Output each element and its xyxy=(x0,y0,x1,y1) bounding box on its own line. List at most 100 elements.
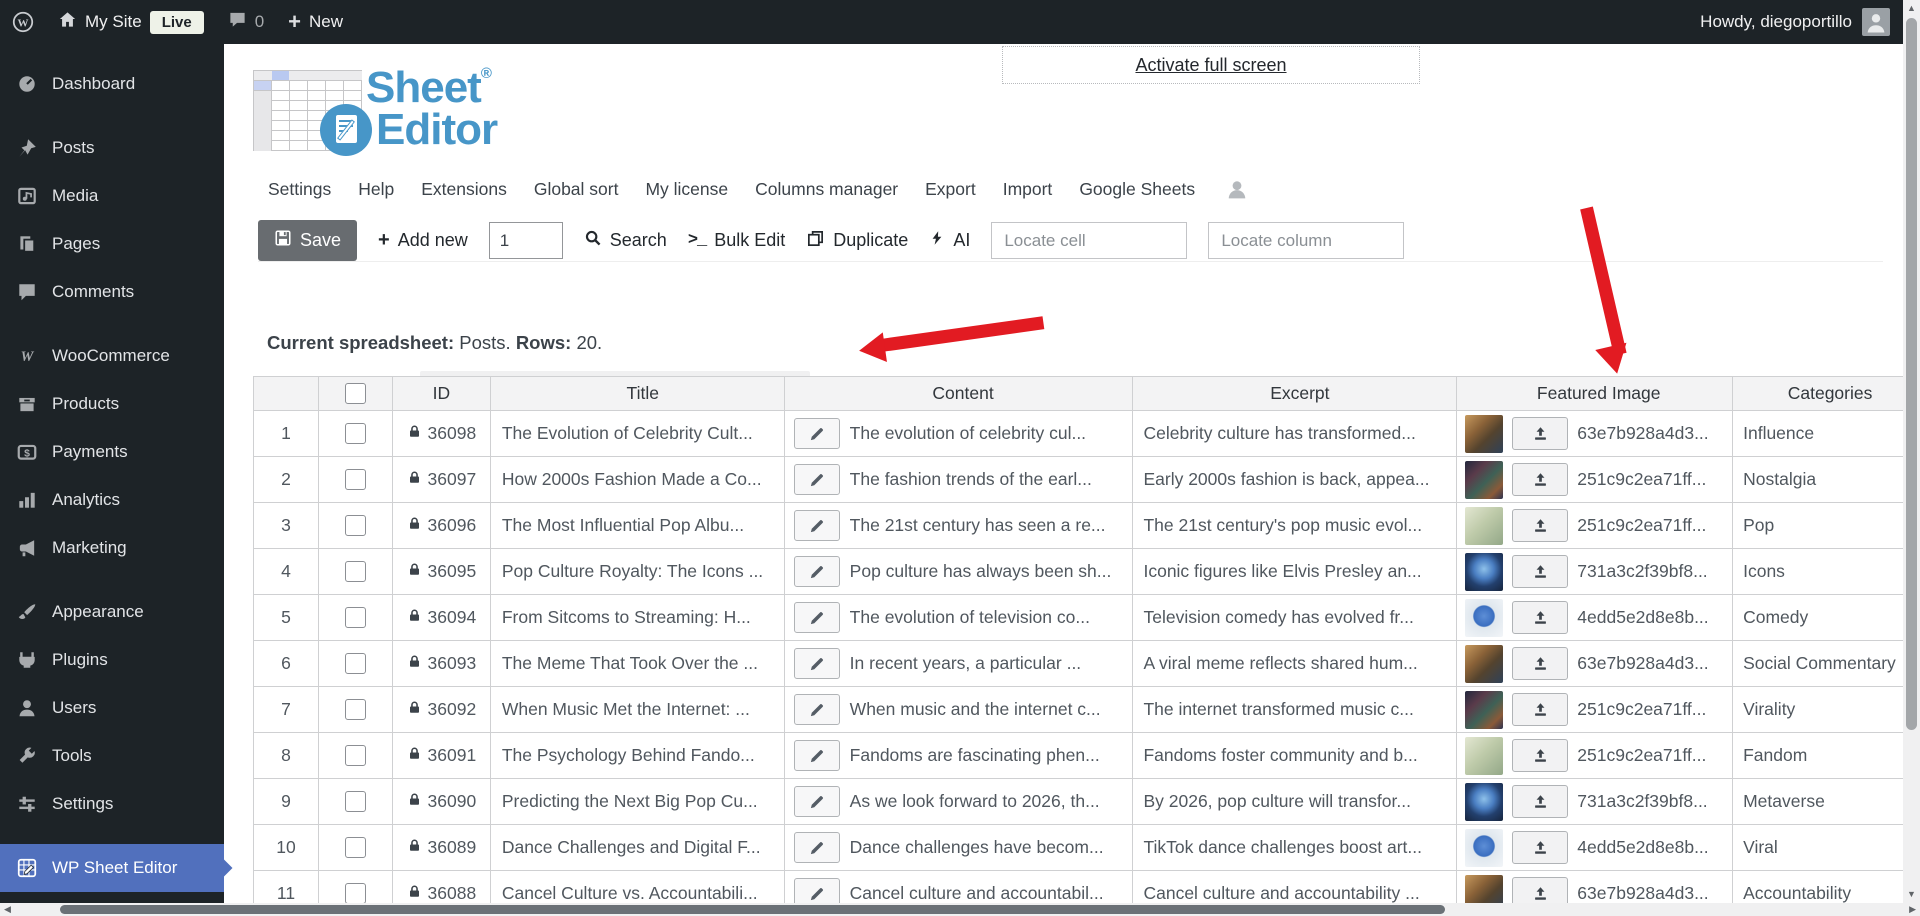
sidebar-item-settings[interactable]: Settings xyxy=(0,780,224,828)
row-checkbox[interactable] xyxy=(344,423,366,444)
new-content-button[interactable]: + New xyxy=(276,0,355,44)
menu-item-my-license[interactable]: My license xyxy=(645,179,728,200)
cell-featured-image[interactable]: 731a3c2f39bf8... xyxy=(1457,779,1734,825)
edit-content-button[interactable] xyxy=(793,510,840,541)
featured-image-thumbnail[interactable] xyxy=(1465,874,1504,903)
cell-featured-image[interactable]: 251c9c2ea71ff... xyxy=(1457,503,1734,549)
upload-image-button[interactable] xyxy=(1512,739,1569,772)
edit-content-button[interactable] xyxy=(793,694,840,725)
cell-id[interactable]: 36091 xyxy=(392,733,491,779)
cell-content[interactable]: Pop culture has always been sh... xyxy=(784,549,1134,595)
cell-excerpt[interactable]: Fandoms foster community and b... xyxy=(1133,733,1458,779)
add-count-input[interactable] xyxy=(488,222,563,259)
cell-excerpt[interactable]: Television comedy has evolved fr... xyxy=(1133,595,1458,641)
sidebar-item-users[interactable]: Users xyxy=(0,684,224,732)
row-checkbox[interactable] xyxy=(344,515,366,536)
cell-id[interactable]: 36096 xyxy=(392,503,491,549)
cell-categories[interactable]: Comedy xyxy=(1733,595,1903,641)
avatar[interactable] xyxy=(1862,8,1890,36)
cell-excerpt[interactable]: Iconic figures like Elvis Presley an... xyxy=(1133,549,1458,595)
scroll-up-icon[interactable]: ▲ xyxy=(1907,4,1916,13)
cell-id[interactable]: 36093 xyxy=(392,641,491,687)
upload-image-button[interactable] xyxy=(1512,693,1569,726)
sidebar-item-pages[interactable]: Pages xyxy=(0,220,224,268)
cell-excerpt[interactable]: TikTok dance challenges boost art... xyxy=(1133,825,1458,871)
search-button[interactable]: Search xyxy=(584,229,667,252)
edit-content-button[interactable] xyxy=(793,832,840,863)
menu-item-export[interactable]: Export xyxy=(925,179,976,200)
cell-id[interactable]: 36088 xyxy=(392,871,491,903)
edit-content-button[interactable] xyxy=(793,648,840,679)
cell-categories[interactable]: Virality xyxy=(1733,687,1903,733)
add-new-button[interactable]: + Add new xyxy=(378,229,468,252)
row-checkbox[interactable] xyxy=(344,561,366,582)
cell-title[interactable]: The Psychology Behind Fando... xyxy=(490,733,785,779)
featured-image-thumbnail[interactable] xyxy=(1465,644,1504,683)
bulk-edit-button[interactable]: >_ Bulk Edit xyxy=(688,230,785,251)
menu-item-google-sheets[interactable]: Google Sheets xyxy=(1079,179,1195,200)
sidebar-item-marketing[interactable]: Marketing xyxy=(0,524,224,572)
upload-image-button[interactable] xyxy=(1512,417,1569,450)
cell-featured-image[interactable]: 251c9c2ea71ff... xyxy=(1457,457,1734,503)
menu-item-extensions[interactable]: Extensions xyxy=(421,179,507,200)
cell-categories[interactable]: Viral xyxy=(1733,825,1903,871)
ai-button[interactable]: AI xyxy=(929,229,970,252)
scroll-right-icon[interactable]: ▶ xyxy=(1909,905,1916,914)
row-number[interactable]: 9 xyxy=(254,779,319,825)
cell-featured-image[interactable]: 63e7b928a4d3... xyxy=(1457,871,1734,903)
my-site-link[interactable]: My Site Live xyxy=(46,0,216,44)
row-checkbox[interactable] xyxy=(344,745,366,766)
account-icon[interactable] xyxy=(1226,178,1248,200)
cell-title[interactable]: From Sitcoms to Streaming: H... xyxy=(490,595,785,641)
cell-content[interactable]: Cancel culture and accountabil... xyxy=(784,871,1134,903)
header-corner[interactable] xyxy=(254,377,319,411)
edit-content-button[interactable] xyxy=(793,464,840,495)
menu-item-settings[interactable]: Settings xyxy=(268,179,331,200)
column-header-title[interactable]: Title xyxy=(490,377,785,411)
featured-image-thumbnail[interactable] xyxy=(1465,506,1504,545)
cell-id[interactable]: 36092 xyxy=(392,687,491,733)
cell-featured-image[interactable]: 63e7b928a4d3... xyxy=(1457,411,1734,457)
cell-featured-image[interactable]: 251c9c2ea71ff... xyxy=(1457,687,1734,733)
cell-content[interactable]: The 21st century has seen a re... xyxy=(784,503,1134,549)
row-checkbox[interactable] xyxy=(344,837,366,858)
cell-id[interactable]: 36098 xyxy=(392,411,491,457)
upload-image-button[interactable] xyxy=(1512,509,1569,542)
cell-id[interactable]: 36094 xyxy=(392,595,491,641)
vertical-scrollbar[interactable]: ▲ ▼ xyxy=(1903,0,1920,903)
cell-featured-image[interactable]: 63e7b928a4d3... xyxy=(1457,641,1734,687)
row-checkbox[interactable] xyxy=(344,791,366,812)
cell-categories[interactable]: Accountability xyxy=(1733,871,1903,903)
sidebar-item-products[interactable]: Products xyxy=(0,380,224,428)
scroll-left-icon[interactable]: ◀ xyxy=(4,905,11,914)
menu-item-help[interactable]: Help xyxy=(358,179,394,200)
select-all-checkbox[interactable] xyxy=(344,383,366,404)
featured-image-thumbnail[interactable] xyxy=(1465,414,1504,453)
row-checkbox[interactable] xyxy=(344,469,366,490)
sidebar-item-tools[interactable]: Tools xyxy=(0,732,224,780)
edit-content-button[interactable] xyxy=(793,786,840,817)
cell-title[interactable]: The Evolution of Celebrity Cult... xyxy=(490,411,785,457)
activate-fullscreen-link[interactable]: Activate full screen xyxy=(1135,55,1286,76)
cell-title[interactable]: Dance Challenges and Digital F... xyxy=(490,825,785,871)
scroll-down-icon[interactable]: ▼ xyxy=(1907,890,1916,899)
column-header-excerpt[interactable]: Excerpt xyxy=(1133,377,1458,411)
cell-content[interactable]: The fashion trends of the earl... xyxy=(784,457,1134,503)
cell-title[interactable]: How 2000s Fashion Made a Co... xyxy=(490,457,785,503)
cell-excerpt[interactable]: Celebrity culture has transformed... xyxy=(1133,411,1458,457)
upload-image-button[interactable] xyxy=(1512,831,1569,864)
cell-title[interactable]: The Most Influential Pop Albu... xyxy=(490,503,785,549)
locate-cell-input[interactable] xyxy=(991,222,1188,259)
cell-categories[interactable]: Pop xyxy=(1733,503,1903,549)
row-checkbox[interactable] xyxy=(344,607,366,628)
sidebar-item-wp-sheet-editor[interactable]: WP Sheet Editor xyxy=(0,844,233,892)
cell-content[interactable]: The evolution of celebrity cul... xyxy=(784,411,1134,457)
cell-id[interactable]: 36089 xyxy=(392,825,491,871)
cell-excerpt[interactable]: The internet transformed music c... xyxy=(1133,687,1458,733)
cell-title[interactable]: When Music Met the Internet: ... xyxy=(490,687,785,733)
featured-image-thumbnail[interactable] xyxy=(1465,736,1504,775)
sidebar-item-comments[interactable]: Comments xyxy=(0,268,224,316)
row-number[interactable]: 6 xyxy=(254,641,319,687)
menu-item-global-sort[interactable]: Global sort xyxy=(534,179,619,200)
cell-content[interactable]: The evolution of television co... xyxy=(784,595,1134,641)
